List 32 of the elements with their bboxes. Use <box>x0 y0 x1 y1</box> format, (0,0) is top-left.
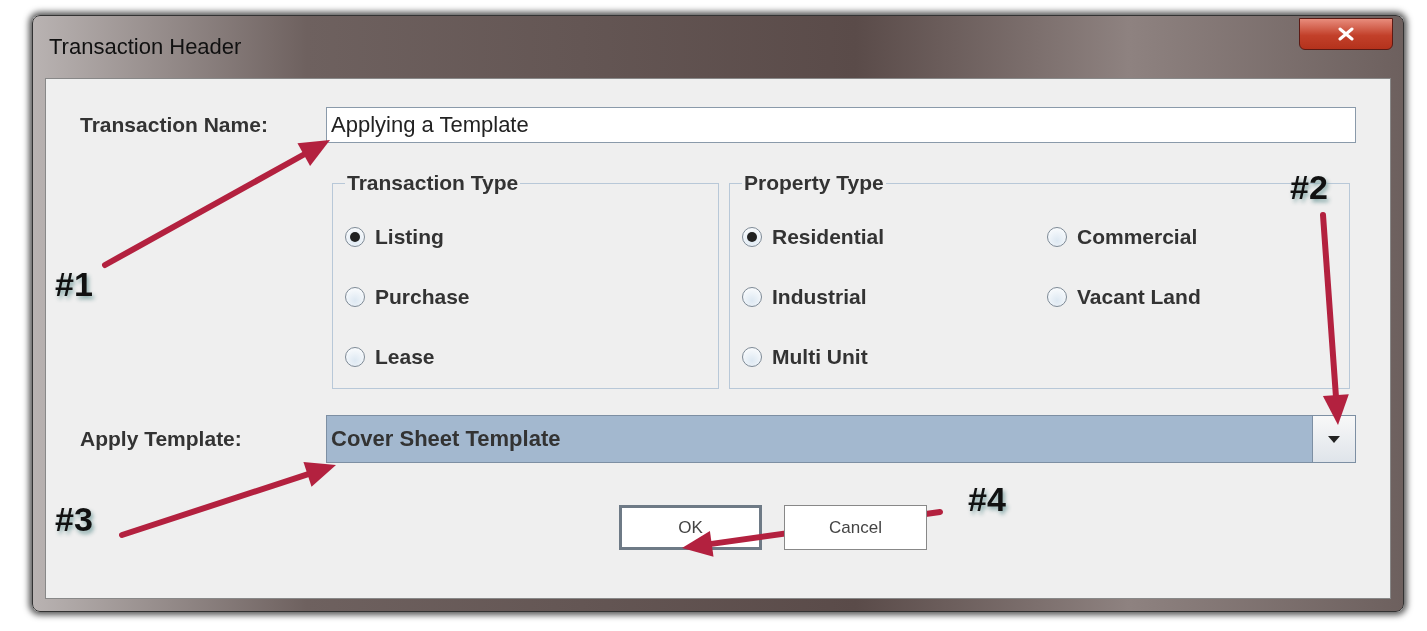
dialog-button[interactable]: Cancel <box>784 505 927 550</box>
close-button[interactable] <box>1299 18 1393 50</box>
template-dropdown[interactable]: Cover Sheet Template <box>326 415 1356 463</box>
name-field[interactable]: Applying a Template <box>326 107 1356 143</box>
dropdown-caret-icon <box>1326 434 1342 444</box>
callout-label: #3 <box>55 500 93 539</box>
radio-button[interactable] <box>345 227 365 247</box>
radio-option[interactable]: Industrial <box>742 281 1047 313</box>
field-label: Apply Template: <box>80 427 243 451</box>
dialog-button[interactable]: OK <box>619 505 762 550</box>
close-icon <box>1337 27 1355 41</box>
radio-option[interactable]: Multi Unit <box>742 341 1047 373</box>
radio-option[interactable]: Purchase <box>345 281 706 313</box>
window-title: Transaction Header <box>49 34 242 60</box>
radio-button[interactable] <box>345 287 365 307</box>
radio-option[interactable]: Listing <box>345 221 706 253</box>
radio-option[interactable]: Residential <box>742 221 1047 253</box>
radio-button[interactable] <box>345 347 365 367</box>
group-title: Property Type <box>743 171 885 195</box>
radio-button[interactable] <box>1047 287 1067 307</box>
callout-label: #2 <box>1290 168 1328 207</box>
group-title: Transaction Type <box>346 171 520 195</box>
radio-option[interactable]: Commercial <box>1047 221 1337 253</box>
radio-button[interactable] <box>1047 227 1067 247</box>
callout-label: #4 <box>968 480 1006 519</box>
radio-button[interactable] <box>742 227 762 247</box>
field-label: Transaction Name: <box>80 113 269 137</box>
callout-label: #1 <box>55 265 93 304</box>
radio-option[interactable]: Vacant Land <box>1047 281 1337 313</box>
radio-button[interactable] <box>742 347 762 367</box>
radio-option[interactable]: Lease <box>345 341 706 373</box>
radio-button[interactable] <box>742 287 762 307</box>
